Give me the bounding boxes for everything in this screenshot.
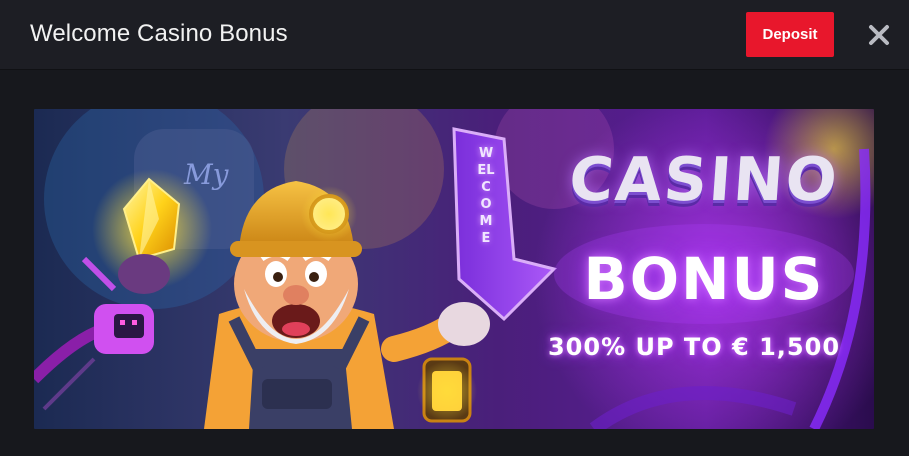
- promo-banner: My WELCOME CASINO BONUS 300% UP TO € 1,5…: [34, 109, 874, 429]
- banner-headline: CASINO: [566, 145, 842, 215]
- banner-offer: 300% UP TO € 1,500: [547, 333, 841, 361]
- modal-title: Welcome Casino Bonus: [30, 20, 288, 47]
- modal-header: Welcome Casino Bonus Deposit: [0, 0, 909, 70]
- close-icon[interactable]: [863, 19, 895, 51]
- banner-subheadline: BONUS: [583, 245, 825, 313]
- deposit-button[interactable]: Deposit: [746, 12, 834, 57]
- welcome-sign-text: WELCOME: [477, 146, 495, 246]
